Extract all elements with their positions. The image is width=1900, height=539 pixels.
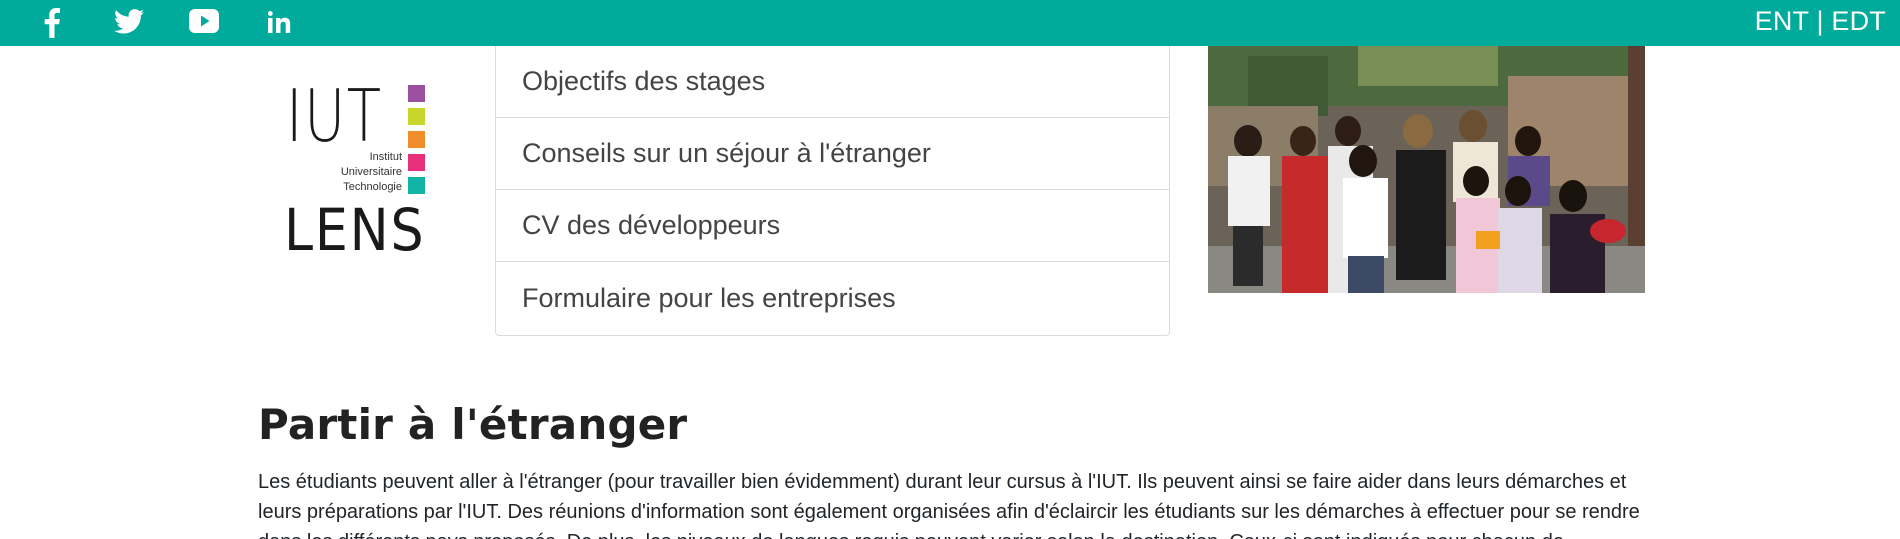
top-bar: ENT | EDT (0, 0, 1900, 46)
logo-square-purple (408, 85, 425, 102)
facebook-link[interactable] (44, 8, 60, 38)
internship-menu: Objectifs des stages Conseils sur un séj… (495, 46, 1170, 336)
menu-item-conseils[interactable]: Conseils sur un séjour à l'étranger (496, 118, 1169, 190)
logo-square-orange (408, 131, 425, 148)
logo-line-institut: Institut (369, 151, 402, 163)
facebook-icon (44, 8, 60, 38)
logo-square-teal (408, 177, 425, 194)
page-title: Partir à l'étranger (258, 400, 688, 449)
logo-line-universitaire: Universitaire (340, 166, 402, 178)
menu-item-formulaire[interactable]: Formulaire pour les entreprises (496, 262, 1169, 334)
menu-item-objectifs[interactable]: Objectifs des stages (496, 46, 1169, 118)
group-photo-image (1208, 46, 1645, 293)
logo-iut-text: IUT (286, 74, 383, 158)
ent-edt-links: ENT | EDT (1755, 6, 1886, 37)
linkedin-icon (268, 11, 291, 33)
linkedin-link[interactable] (268, 11, 292, 33)
logo-lens-text: LENS (284, 196, 426, 264)
intro-paragraph: Les étudiants peuvent aller à l'étranger… (258, 471, 1640, 539)
twitter-icon (114, 9, 144, 34)
youtube-link[interactable] (189, 9, 219, 33)
iut-lens-logo[interactable]: IUT Institut Universitaire Technologie L… (282, 74, 430, 264)
logo-line-technologie: Technologie (343, 181, 402, 193)
logo-square-lime (408, 108, 425, 125)
link-separator: | (1808, 6, 1832, 36)
twitter-link[interactable] (114, 9, 144, 34)
logo-square-pink (408, 154, 425, 171)
youtube-icon (189, 9, 219, 33)
menu-item-cv[interactable]: CV des développeurs (496, 190, 1169, 262)
logo-institute-text: Institut Universitaire Technologie (341, 150, 402, 195)
ent-link[interactable]: ENT (1755, 6, 1809, 36)
edt-link[interactable]: EDT (1831, 6, 1886, 36)
